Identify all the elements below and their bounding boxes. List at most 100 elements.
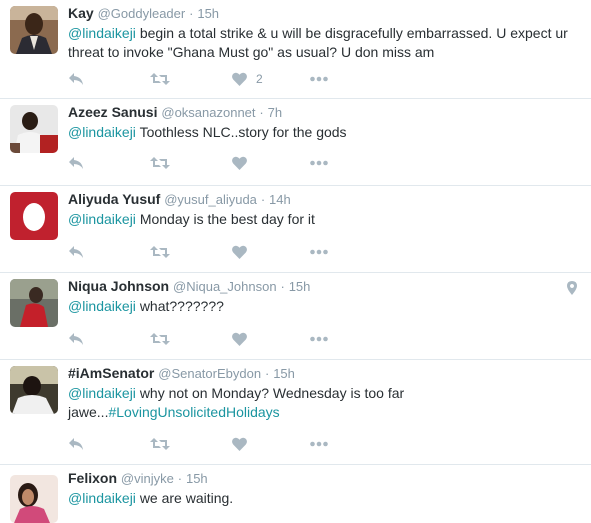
tweet-header: Niqua Johnson @Niqua_Johnson · 15h	[68, 277, 579, 296]
tweet-header: Felixon @vinjyke · 15h	[68, 469, 579, 488]
mention-link[interactable]: @lindaikeji	[68, 25, 136, 41]
like-button[interactable]	[232, 433, 247, 455]
mention-link[interactable]: @lindaikeji	[68, 385, 136, 401]
tweet-text: @lindaikeji Monday is the best day for i…	[68, 210, 579, 229]
user-handle[interactable]: @oksanazonnet	[161, 105, 255, 120]
user-handle[interactable]: @yusuf_aliyuda	[164, 192, 257, 207]
reply-icon	[69, 438, 83, 450]
tweet-item[interactable]: Kay @Goddyleader · 15h @lindaikeji begin…	[0, 0, 591, 99]
user-fullname[interactable]: Felixon	[68, 470, 117, 486]
user-fullname[interactable]: Niqua Johnson	[68, 278, 169, 294]
user-fullname[interactable]: Azeez Sanusi	[68, 104, 157, 120]
reply-button[interactable]	[68, 328, 84, 350]
retweet-icon	[150, 438, 170, 450]
tweet-text: @lindaikeji begin a total strike & u wil…	[68, 24, 579, 62]
user-fullname[interactable]: Kay	[68, 5, 94, 21]
user-handle[interactable]: @vinjyke	[121, 471, 174, 486]
retweet-button[interactable]	[150, 241, 170, 263]
avatar[interactable]	[10, 192, 58, 240]
more-icon	[310, 160, 328, 166]
tweet-timestamp[interactable]: 15h	[289, 279, 311, 294]
more-button[interactable]	[310, 68, 328, 90]
user-handle[interactable]: @Goddyleader	[98, 6, 186, 21]
separator-dot: ·	[189, 6, 194, 21]
retweet-button[interactable]	[150, 152, 170, 174]
like-button[interactable]: 2	[232, 68, 263, 90]
tweet-text: @lindaikeji Toothless NLC..story for the…	[68, 123, 579, 142]
like-icon	[232, 72, 247, 86]
more-button[interactable]	[310, 241, 328, 263]
mention-link[interactable]: @lindaikeji	[68, 490, 136, 506]
more-icon	[310, 76, 328, 82]
retweet-button[interactable]	[150, 328, 170, 350]
tweet-item[interactable]: Niqua Johnson @Niqua_Johnson · 15h @lind…	[0, 273, 591, 360]
separator-dot: ·	[264, 366, 270, 381]
reply-button[interactable]	[68, 433, 84, 455]
avatar[interactable]	[10, 366, 58, 414]
tweet-text-content: Monday is the best day for it	[139, 211, 315, 227]
like-count: 2	[256, 72, 263, 86]
tweet-item[interactable]: Aliyuda Yusuf @yusuf_aliyuda · 14h @lind…	[0, 186, 591, 273]
reply-icon	[69, 73, 83, 85]
tweet-item[interactable]: Azeez Sanusi @oksanazonnet · 7h @lindaik…	[0, 99, 591, 186]
like-button[interactable]	[232, 241, 247, 263]
separator-dot: ·	[260, 192, 266, 207]
tweet-text-content: Toothless NLC..story for the gods	[139, 124, 347, 140]
tweet-text-content: begin a total strike & u will be disgrac…	[68, 25, 568, 60]
retweet-icon	[150, 246, 170, 258]
tweet-timestamp[interactable]: 15h	[186, 471, 208, 486]
avatar[interactable]	[10, 105, 58, 153]
more-icon	[310, 249, 328, 255]
tweet-text: @lindaikeji why not on Monday? Wednesday…	[68, 384, 579, 422]
tweet-timestamp[interactable]: 15h	[197, 6, 219, 21]
like-icon	[232, 437, 247, 451]
separator-dot: ·	[259, 105, 264, 120]
tweet-timestamp[interactable]: 7h	[268, 105, 282, 120]
mention-link[interactable]: @lindaikeji	[68, 298, 136, 314]
user-handle[interactable]: @Niqua_Johnson	[173, 279, 277, 294]
like-button[interactable]	[232, 328, 247, 350]
tweet-header: Kay @Goddyleader · 15h	[68, 4, 579, 23]
tweet-text-content: we are waiting.	[139, 490, 234, 506]
user-fullname[interactable]: Aliyuda Yusuf	[68, 191, 160, 207]
tweet-header: Aliyuda Yusuf @yusuf_aliyuda · 14h	[68, 190, 579, 209]
mention-link[interactable]: @lindaikeji	[68, 211, 136, 227]
retweet-icon	[150, 157, 170, 169]
tweet-timeline: Kay @Goddyleader · 15h @lindaikeji begin…	[0, 0, 591, 523]
more-button[interactable]	[310, 152, 328, 174]
like-icon	[232, 245, 247, 259]
user-fullname[interactable]: #iAmSenator	[68, 365, 154, 381]
user-handle[interactable]: @SenatorEbydon	[158, 366, 261, 381]
tweet-text-content: what???????	[139, 298, 224, 314]
separator-dot: ·	[177, 471, 183, 486]
reply-button[interactable]	[68, 68, 84, 90]
tweet-timestamp[interactable]: 14h	[269, 192, 291, 207]
more-button[interactable]	[310, 328, 328, 350]
like-button[interactable]	[232, 152, 247, 174]
reply-button[interactable]	[68, 241, 84, 263]
more-button[interactable]	[310, 433, 328, 455]
separator-dot: ·	[280, 279, 285, 294]
like-icon	[232, 332, 247, 346]
retweet-icon	[150, 333, 170, 345]
tweet-item[interactable]: #iAmSenator @SenatorEbydon · 15h @lindai…	[0, 360, 591, 465]
tweet-header: #iAmSenator @SenatorEbydon · 15h	[68, 364, 579, 383]
tweet-text: @lindaikeji what???????	[68, 297, 579, 316]
avatar[interactable]	[10, 6, 58, 54]
like-icon	[232, 156, 247, 170]
more-icon	[310, 441, 328, 447]
avatar[interactable]	[10, 279, 58, 327]
tweet-timestamp[interactable]: 15h	[273, 366, 295, 381]
reply-button[interactable]	[68, 152, 84, 174]
tweet-text: @lindaikeji we are waiting.	[68, 489, 579, 508]
reply-icon	[69, 333, 83, 345]
location-button[interactable]	[567, 281, 577, 300]
more-icon	[310, 336, 328, 342]
retweet-button[interactable]	[150, 68, 170, 90]
tweet-item[interactable]: Felixon @vinjyke · 15h @lindaikeji we ar…	[0, 465, 591, 523]
retweet-button[interactable]	[150, 433, 170, 455]
mention-link[interactable]: @lindaikeji	[68, 124, 136, 140]
location-icon	[567, 281, 577, 295]
avatar[interactable]	[10, 475, 58, 523]
hashtag-link[interactable]: #LovingUnsolicitedHolidays	[108, 404, 279, 420]
